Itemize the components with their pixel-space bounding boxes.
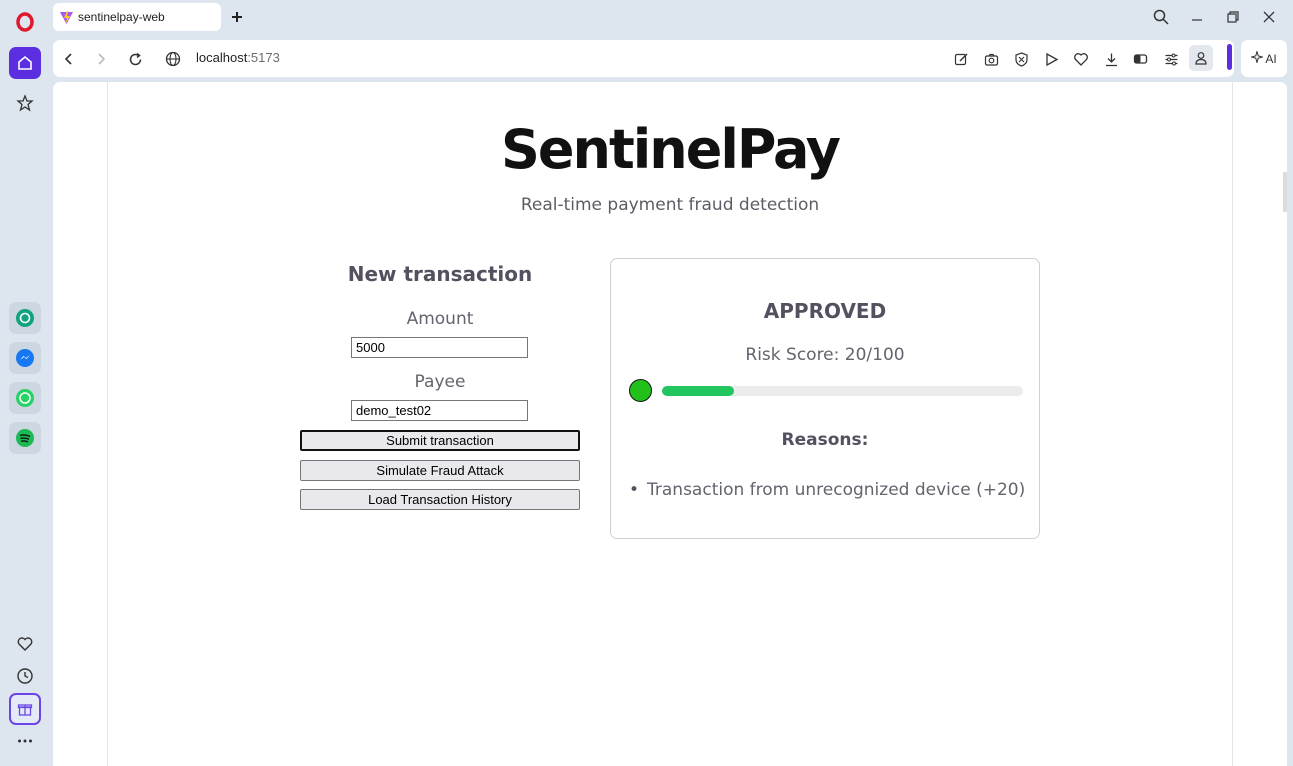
payee-input[interactable] <box>351 400 528 421</box>
spotify-icon[interactable] <box>9 422 41 454</box>
submit-transaction-button[interactable]: Submit transaction <box>300 430 580 451</box>
load-history-button[interactable]: Load Transaction History <box>300 489 580 510</box>
camera-snapshot-icon[interactable] <box>981 49 1001 69</box>
back-icon[interactable] <box>59 49 79 69</box>
messenger-icon[interactable] <box>9 342 41 374</box>
battery-saver-icon[interactable] <box>1131 49 1151 69</box>
simulate-fraud-button[interactable]: Simulate Fraud Attack <box>300 460 580 481</box>
status-indicator-dot <box>629 379 652 402</box>
restore-icon[interactable] <box>1224 8 1242 26</box>
chatgpt-icon[interactable] <box>9 302 41 334</box>
tab-title: sentinelpay-web <box>78 10 165 24</box>
browser-sidebar <box>0 0 50 766</box>
web-page: SentinelPay Real-time payment fraud dete… <box>53 82 1287 766</box>
new-tab-plus-icon[interactable] <box>228 8 246 26</box>
vite-favicon-icon <box>59 10 74 25</box>
heart-icon[interactable] <box>9 628 41 660</box>
reasons-list: Transaction from unrecognized device (+2… <box>629 480 1025 500</box>
browser-tab[interactable]: sentinelpay-web <box>53 3 221 31</box>
risk-meter-track <box>662 386 1023 396</box>
ai-label: AI <box>1265 51 1277 66</box>
sidebar-accent-bar <box>1227 44 1232 70</box>
my-flow-heart-icon[interactable] <box>1071 49 1091 69</box>
reasons-title: Reasons: <box>781 430 869 450</box>
layout-guide-left <box>107 82 108 766</box>
reload-icon[interactable] <box>125 49 145 69</box>
amount-input[interactable] <box>351 337 528 358</box>
result-card: APPROVED Risk Score: 20/100 Reasons: Tra… <box>610 258 1040 539</box>
amount-label: Amount <box>406 309 474 329</box>
minimize-icon[interactable] <box>1188 8 1206 26</box>
more-icon[interactable] <box>9 725 41 757</box>
form-title: New transaction <box>347 262 533 286</box>
adblock-shield-icon[interactable] <box>1011 49 1031 69</box>
download-icon[interactable] <box>1101 49 1121 69</box>
payee-label: Payee <box>414 372 466 392</box>
player-play-icon[interactable] <box>1041 49 1061 69</box>
profile-icon[interactable] <box>1189 45 1213 71</box>
edit-page-icon[interactable] <box>951 49 971 69</box>
whatsapp-icon[interactable] <box>9 382 41 414</box>
address-toolbar: localhost:5173 <box>53 40 1234 77</box>
app-subtitle: Real-time payment fraud detection <box>520 195 820 215</box>
bookmarks-star-icon[interactable] <box>9 87 41 119</box>
opera-logo-icon[interactable] <box>9 6 41 38</box>
search-tabs-icon[interactable] <box>1152 8 1170 26</box>
status-badge: APPROVED <box>763 299 887 323</box>
reason-item: Transaction from unrecognized device (+2… <box>629 480 1025 500</box>
risk-score-text: Risk Score: 20/100 <box>745 345 905 365</box>
ai-sparkle-icon <box>1249 49 1265 66</box>
aria-ai-button[interactable]: AI <box>1241 40 1287 77</box>
address-bar[interactable]: localhost:5173 <box>196 50 280 65</box>
site-info-globe-icon[interactable] <box>163 49 183 69</box>
easy-setup-sliders-icon[interactable] <box>1161 49 1181 69</box>
url-port: :5173 <box>247 50 280 65</box>
gift-icon[interactable] <box>9 693 41 725</box>
url-host: localhost <box>196 50 248 65</box>
history-clock-icon[interactable] <box>9 660 41 692</box>
layout-guide-right <box>1232 82 1233 766</box>
home-icon[interactable] <box>9 47 41 79</box>
app-title: SentinelPay <box>501 118 841 181</box>
forward-icon[interactable] <box>91 49 111 69</box>
close-icon[interactable] <box>1260 8 1278 26</box>
risk-meter-fill <box>662 386 735 396</box>
